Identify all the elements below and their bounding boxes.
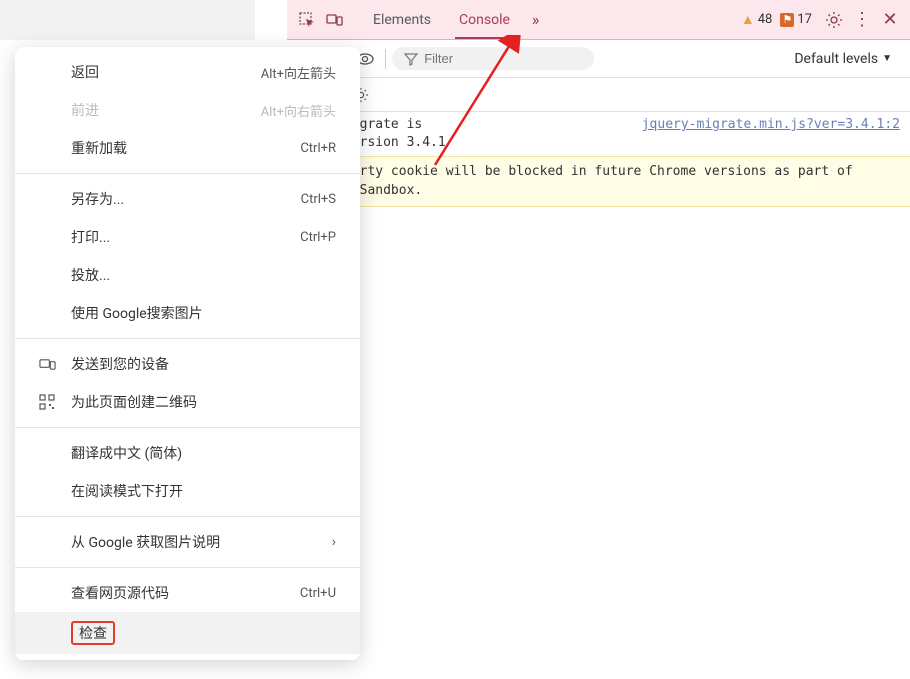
levels-label: Default levels: [794, 51, 878, 67]
menu-label: 另存为...: [71, 189, 301, 209]
menu-label: 返回: [71, 62, 261, 82]
device-toolbar-icon[interactable]: [321, 6, 349, 34]
menu-label: 打印...: [71, 227, 300, 247]
error-flag-icon: ⚑: [780, 13, 794, 27]
menu-label: 查看网页源代码: [71, 583, 300, 603]
menu-divider: [15, 173, 360, 174]
errors-count: 17: [797, 12, 812, 27]
submenu-arrow-icon: ›: [332, 534, 336, 550]
warning-triangle-icon: ▲: [741, 11, 755, 28]
menu-label: 在阅读模式下打开: [71, 481, 336, 501]
funnel-icon: [404, 52, 418, 66]
menu-search-image[interactable]: 使用 Google搜索图片: [15, 294, 360, 332]
menu-reload[interactable]: 重新加载 Ctrl+R: [15, 129, 360, 167]
tab-elements[interactable]: Elements: [359, 0, 445, 39]
menu-forward: 前进 Alt+向右箭头: [15, 91, 360, 129]
settings-gear-icon[interactable]: [820, 6, 848, 34]
console-output: RATE: Migrate is lled, version 3.4.1 jqu…: [287, 112, 910, 207]
devtools-tabs: Elements Console »: [359, 0, 547, 39]
menu-label: 为此页面创建二维码: [71, 392, 336, 412]
menu-cast[interactable]: 投放...: [15, 256, 360, 294]
filter-input[interactable]: [424, 51, 582, 66]
console-warning-line: Third-party cookie will be blocked in fu…: [287, 156, 910, 206]
menu-print[interactable]: 打印... Ctrl+P: [15, 218, 360, 256]
console-subtoolbar: ⚑ 17: [287, 78, 910, 112]
kebab-menu-icon[interactable]: ⋮: [848, 6, 876, 34]
menu-divider: [15, 516, 360, 517]
console-log-line: RATE: Migrate is lled, version 3.4.1 jqu…: [287, 112, 910, 156]
warnings-badge[interactable]: ▲ 48: [741, 11, 772, 28]
menu-create-qr[interactable]: 为此页面创建二维码: [15, 383, 360, 421]
menu-label: 投放...: [71, 265, 336, 285]
tab-console[interactable]: Console: [445, 0, 524, 39]
menu-google-image-desc[interactable]: 从 Google 获取图片说明 ›: [15, 523, 360, 561]
menu-shortcut: Alt+向右箭头: [261, 101, 336, 120]
dropdown-triangle-icon: ▼: [882, 53, 892, 64]
page-context-menu: 返回 Alt+向左箭头 前进 Alt+向右箭头 重新加载 Ctrl+R 另存为.…: [15, 47, 360, 660]
log-levels-dropdown[interactable]: Default levels ▼: [784, 47, 902, 71]
menu-view-source[interactable]: 查看网页源代码 Ctrl+U: [15, 574, 360, 612]
menu-label: 发送到您的设备: [71, 354, 336, 374]
devices-icon: [39, 356, 71, 373]
menu-shortcut: Ctrl+P: [300, 230, 336, 245]
console-warning-text: Third-party cookie will be blocked in fu…: [297, 163, 900, 199]
filter-input-container[interactable]: [392, 47, 594, 70]
menu-label: 从 Google 获取图片说明: [71, 532, 332, 552]
page-background-strip: [0, 0, 255, 40]
menu-shortcut: Ctrl+S: [301, 192, 336, 207]
menu-label: 前进: [71, 100, 261, 120]
console-source-link[interactable]: jquery-migrate.min.js?ver=3.4.1:2: [642, 116, 900, 152]
menu-save-as[interactable]: 另存为... Ctrl+S: [15, 180, 360, 218]
menu-label: 重新加载: [71, 138, 300, 158]
console-toolbar: top ▼ Default levels ▼: [287, 40, 910, 78]
inspect-element-icon[interactable]: [293, 6, 321, 34]
close-devtools-icon[interactable]: ✕: [876, 6, 904, 34]
menu-shortcut: Ctrl+U: [300, 586, 336, 601]
menu-divider: [15, 567, 360, 568]
menu-send-to-devices[interactable]: 发送到您的设备: [15, 345, 360, 383]
menu-shortcut: Ctrl+R: [300, 141, 336, 156]
inspect-highlight-box: 检查: [71, 621, 115, 645]
menu-label: 检查: [71, 621, 336, 645]
qr-icon: [39, 394, 71, 410]
warnings-count: 48: [758, 12, 773, 27]
errors-badge[interactable]: ⚑ 17: [780, 12, 812, 27]
menu-divider: [15, 338, 360, 339]
more-tabs-icon[interactable]: »: [524, 10, 548, 29]
menu-translate[interactable]: 翻译成中文 (简体): [15, 434, 360, 472]
devtools-topbar: Elements Console » ▲ 48 ⚑ 17 ⋮ ✕: [287, 0, 910, 40]
menu-divider: [15, 427, 360, 428]
devtools-panel: Elements Console » ▲ 48 ⚑ 17 ⋮ ✕ top ▼: [287, 0, 910, 215]
menu-shortcut: Alt+向左箭头: [261, 63, 336, 82]
menu-back[interactable]: 返回 Alt+向左箭头: [15, 53, 360, 91]
menu-reader-mode[interactable]: 在阅读模式下打开: [15, 472, 360, 510]
menu-inspect[interactable]: 检查: [15, 612, 360, 654]
menu-label: 使用 Google搜索图片: [71, 303, 336, 323]
menu-label: 翻译成中文 (简体): [71, 443, 336, 463]
